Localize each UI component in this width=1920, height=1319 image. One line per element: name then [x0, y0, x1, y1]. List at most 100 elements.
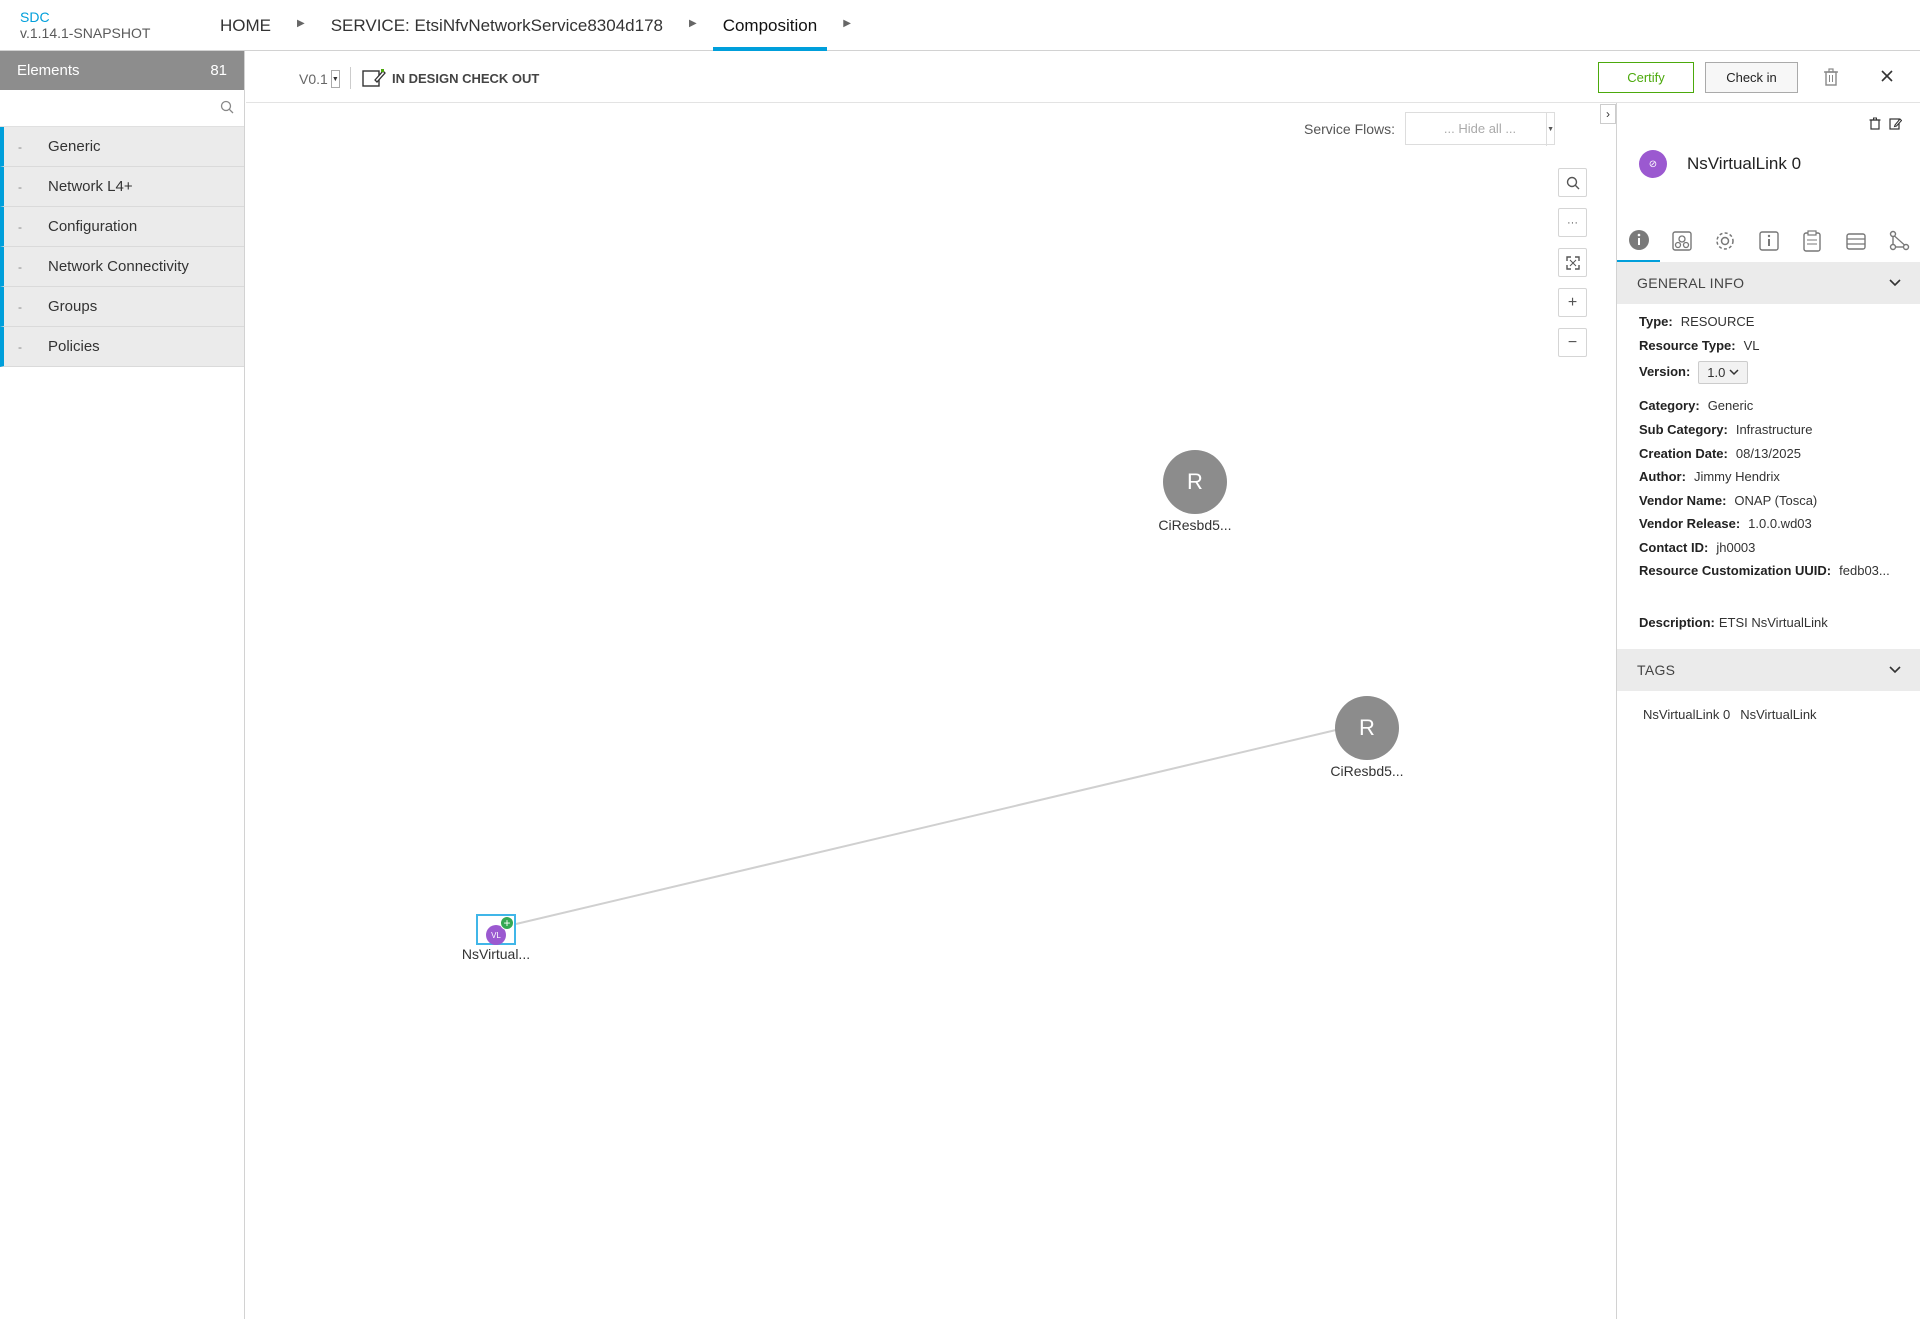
collapse-dash-icon: -	[18, 219, 22, 234]
tab-api[interactable]	[1791, 220, 1834, 262]
chevron-right-icon[interactable]: ▶	[297, 18, 305, 29]
info-label: Author:	[1639, 469, 1686, 484]
breadcrumb-service[interactable]: SERVICE: EtsiNfvNetworkService8304d178	[321, 0, 673, 51]
search-icon[interactable]	[220, 100, 234, 119]
info-box-icon	[1759, 231, 1779, 251]
category-label: Generic	[48, 138, 101, 155]
tab-general-info[interactable]	[1617, 220, 1661, 262]
tab-deployment-artifacts[interactable]	[1660, 220, 1703, 262]
collapse-dash-icon: -	[18, 179, 22, 194]
info-value: fedb03...	[1839, 563, 1890, 578]
app-logo[interactable]: SDC v.1.14.1-SNAPSHOT	[20, 9, 150, 41]
toolbar-divider	[350, 67, 351, 89]
info-category: Category: Generic	[1639, 398, 1753, 413]
layers-icon	[1845, 233, 1866, 250]
general-info-title: GENERAL INFO	[1637, 275, 1745, 291]
clipboard-icon	[1803, 230, 1821, 252]
info-value: ONAP (Tosca)	[1734, 493, 1818, 508]
palette-category-generic[interactable]: - Generic	[0, 127, 244, 167]
version-dropdown[interactable]: 1.0	[1698, 361, 1749, 384]
tag-list: NsVirtualLink 0 NsVirtualLink	[1643, 707, 1817, 722]
edit-checkout-icon	[362, 69, 386, 87]
general-info-header[interactable]: GENERAL INFO	[1617, 262, 1920, 304]
resource-node-2[interactable]: R	[1335, 696, 1399, 760]
info-value: Jimmy Hendrix	[1693, 469, 1780, 484]
version-selector[interactable]: V0.1 ▼	[299, 70, 340, 88]
category-label: Groups	[48, 298, 98, 315]
category-label: Network L4+	[48, 178, 133, 195]
breadcrumb-home[interactable]: HOME	[210, 0, 281, 51]
vl-component-icon: ⊘	[1639, 150, 1667, 178]
caret-down-icon[interactable]: ▼	[330, 70, 340, 88]
info-description: Description: ETSI NsVirtualLink	[1639, 615, 1828, 630]
palette-category-configuration[interactable]: - Configuration	[0, 207, 244, 247]
info-label: Vendor Release:	[1639, 516, 1741, 531]
info-vendor-name: Vendor Name: ONAP (Tosca)	[1639, 493, 1817, 508]
panel-actions	[1869, 117, 1902, 130]
info-sub-category: Sub Category: Infrastructure	[1639, 422, 1812, 437]
composition-canvas[interactable]: Service Flows: ... Hide all ... ▼ ··· + …	[246, 103, 1616, 1319]
node-initial: R	[1359, 715, 1375, 740]
check-in-button[interactable]: Check in	[1705, 62, 1798, 93]
tags-title: TAGS	[1637, 662, 1676, 678]
category-label: Network Connectivity	[48, 258, 189, 275]
tab-properties[interactable]	[1704, 220, 1747, 262]
chevron-right-icon[interactable]: ▶	[843, 18, 851, 29]
collapse-dash-icon: -	[18, 259, 22, 274]
certify-button[interactable]: Certify	[1598, 62, 1694, 93]
info-value: Infrastructure	[1735, 422, 1813, 437]
connection-lines	[515, 729, 1337, 925]
composition-toolbar: V0.1 ▼ IN DESIGN CHECK OUT Certify Check…	[246, 51, 1920, 103]
collapse-dash-icon: -	[18, 299, 22, 314]
app-version: v.1.14.1-SNAPSHOT	[20, 25, 151, 41]
add-plus-icon[interactable]: +	[500, 916, 514, 930]
version-dropdown-value: 1.0	[1707, 365, 1726, 380]
palette-header: Elements 81	[0, 51, 244, 90]
breadcrumb: HOME ▶ SERVICE: EtsiNfvNetworkService830…	[210, 0, 867, 51]
breadcrumb-composition[interactable]: Composition	[712, 0, 828, 51]
info-label: Resource Type:	[1639, 338, 1736, 353]
palette-category-policies[interactable]: - Policies	[0, 327, 244, 367]
close-icon[interactable]	[1880, 69, 1894, 88]
chevron-down-icon[interactable]	[1889, 279, 1901, 287]
info-contact-id: Contact ID: jh0003	[1639, 540, 1755, 555]
palette-category-network-connectivity[interactable]: - Network Connectivity	[0, 247, 244, 287]
tab-information-artifacts[interactable]	[1747, 220, 1790, 262]
info-version: Version: 1.0	[1639, 361, 1749, 384]
info-author: Author: Jimmy Hendrix	[1639, 469, 1780, 484]
panel-tabs	[1617, 220, 1920, 262]
palette-count: 81	[210, 62, 227, 79]
collapse-dash-icon: -	[18, 339, 22, 354]
palette-search-input[interactable]	[0, 90, 244, 126]
tag-item: NsVirtualLink 0	[1643, 707, 1731, 722]
connection-line[interactable]	[515, 729, 1337, 925]
tab-service-paths[interactable]	[1834, 220, 1877, 262]
chevron-right-icon[interactable]: ▶	[689, 18, 697, 29]
info-customization-uuid: Resource Customization UUID: fedb03...	[1639, 563, 1890, 578]
palette-category-network-l4[interactable]: - Network L4+	[0, 167, 244, 207]
trash-icon[interactable]	[1823, 68, 1839, 91]
panel-collapse-button[interactable]: ›	[1600, 104, 1616, 124]
tags-header[interactable]: TAGS	[1617, 649, 1920, 691]
edit-icon[interactable]	[1889, 117, 1902, 130]
palette-search	[0, 90, 244, 127]
details-panel: ⊘ NsVirtualLink 0 GENERAL INFO Type: RESO…	[1616, 103, 1920, 1319]
vl-node-selected[interactable]: VL +	[476, 914, 516, 945]
version-value: V0.1	[299, 71, 328, 87]
palette-category-groups[interactable]: - Groups	[0, 287, 244, 327]
chevron-down-icon[interactable]	[1889, 666, 1901, 674]
info-value: jh0003	[1716, 540, 1756, 555]
info-value: ETSI NsVirtualLink	[1718, 615, 1828, 630]
info-label: Creation Date:	[1639, 446, 1728, 461]
info-label: Resource Customization UUID:	[1639, 563, 1832, 578]
resource-node-2-label: CiResbd5...	[1330, 763, 1404, 779]
delete-icon[interactable]	[1869, 117, 1881, 130]
tab-relations[interactable]	[1877, 220, 1920, 262]
info-value: VL	[1743, 338, 1760, 353]
info-label: Vendor Name:	[1639, 493, 1727, 508]
lifecycle-state: IN DESIGN CHECK OUT	[362, 68, 539, 88]
tag-item: NsVirtualLink	[1740, 707, 1817, 722]
info-creation-date: Creation Date: 08/13/2025	[1639, 446, 1801, 461]
resource-node-1[interactable]: R	[1163, 450, 1227, 514]
info-label: Contact ID:	[1639, 540, 1709, 555]
